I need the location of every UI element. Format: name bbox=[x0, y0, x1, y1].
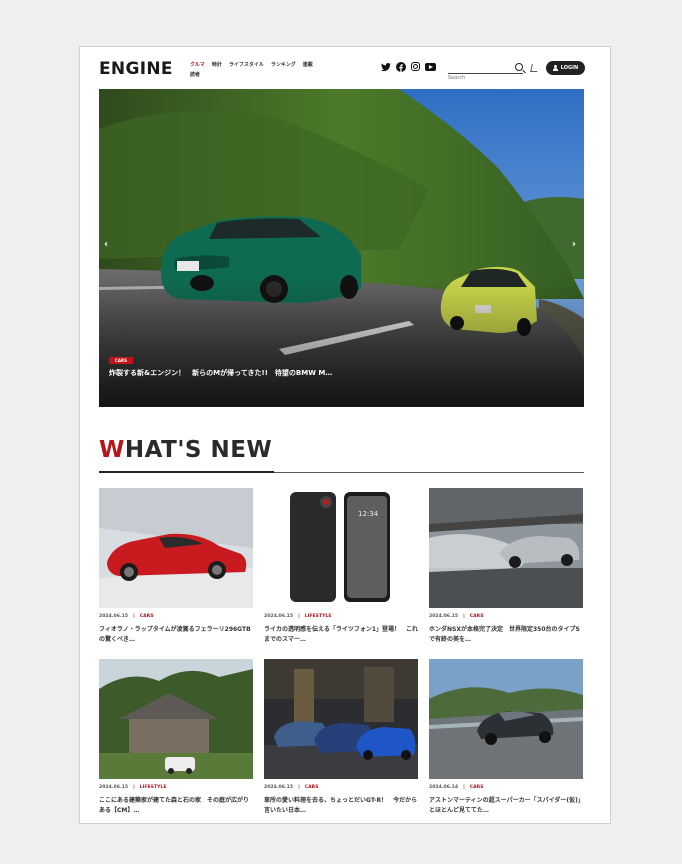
article-category[interactable]: CARS bbox=[140, 614, 154, 619]
article-meta: 2024.06.15 | CARS bbox=[99, 614, 253, 620]
article-thumbnail[interactable]: 12:34 bbox=[264, 488, 418, 608]
article-meta: 2024.06.14 | CARS bbox=[429, 785, 583, 791]
article-date: 2024.06.15 bbox=[99, 785, 129, 790]
article-title[interactable]: フィオラノ・ラップタイムが凌駕るフェラーリ296GTBの驚くべき… bbox=[99, 625, 253, 645]
search-icon[interactable] bbox=[515, 63, 523, 71]
meta-separator: | bbox=[133, 614, 135, 619]
twitter-icon[interactable] bbox=[381, 62, 391, 72]
svg-text:12:34: 12:34 bbox=[358, 510, 379, 518]
meta-separator: | bbox=[298, 785, 300, 790]
social-links bbox=[381, 62, 436, 72]
article-category[interactable]: LIFESTYLE bbox=[140, 785, 167, 790]
article-thumbnail[interactable] bbox=[429, 659, 583, 779]
nav-item-series[interactable]: 連載 bbox=[303, 60, 313, 70]
article-meta: 2024.06.15 | CARS bbox=[264, 785, 418, 791]
article-category[interactable]: LIFESTYLE bbox=[305, 614, 332, 619]
meta-separator: | bbox=[463, 614, 465, 619]
search-input[interactable] bbox=[448, 73, 506, 83]
article-thumbnail[interactable] bbox=[99, 488, 253, 608]
page-sheet: ENGINE クルマ時計ライフスタイルランキング連載読者 LOGIN bbox=[79, 46, 611, 824]
article-title[interactable]: アストンマーティンの超スーパーカー「スパイダー(仮)」とほとんど見ててた… bbox=[429, 796, 583, 816]
hero-next-arrow[interactable]: › bbox=[572, 239, 576, 250]
heading-first-letter: W bbox=[99, 437, 125, 463]
article-card[interactable]: 2024.06.15 | LIFESTYLE ここにある建築家が建てた森と石の家 そ… bbox=[99, 659, 253, 816]
youtube-icon[interactable] bbox=[425, 63, 436, 71]
article-title[interactable]: ホンダNSXが本格完了決定 世界限定350台のタイプSで有終の美を… bbox=[429, 625, 583, 645]
article-category[interactable]: CARS bbox=[470, 785, 484, 790]
main-nav: クルマ 時計 ライフスタイル ランキング 連載読者 bbox=[190, 60, 360, 80]
whats-new-heading: WHAT'S NEW bbox=[99, 437, 272, 463]
meta-separator: | bbox=[463, 785, 465, 790]
facebook-icon[interactable] bbox=[396, 62, 406, 72]
article-title[interactable]: 車所の愛い料理を去る、ちょっとだいGT-R！ 今だから言いたい日本… bbox=[264, 796, 418, 816]
meta-separator: | bbox=[133, 785, 135, 790]
search-box bbox=[448, 63, 523, 83]
hero-prev-arrow[interactable]: ‹ bbox=[104, 239, 108, 250]
nav-item-readers[interactable]: 読者 bbox=[190, 70, 200, 80]
article-meta: 2024.06.15 | CARS bbox=[429, 614, 583, 620]
nav-item-lifestyle[interactable]: ライフスタイル bbox=[229, 60, 264, 70]
article-date: 2024.06.15 bbox=[264, 614, 294, 619]
article-card[interactable]: 2024.06.15 | CARS ホンダNSXが本格完了決定 世界限定350台のタ… bbox=[429, 488, 583, 645]
article-thumbnail[interactable] bbox=[99, 659, 253, 779]
article-category[interactable]: CARS bbox=[470, 614, 484, 619]
nav-item-watches[interactable]: 時計 bbox=[212, 60, 222, 70]
hero-image bbox=[99, 89, 584, 407]
article-category[interactable]: CARS bbox=[305, 785, 319, 790]
article-card[interactable]: 2024.06.15 | CARS フィオラノ・ラップタイムが凌駕るフェラーリ296… bbox=[99, 488, 253, 645]
instagram-icon[interactable] bbox=[411, 62, 420, 71]
site-header: ENGINE クルマ時計ライフスタイルランキング連載読者 LOGIN bbox=[80, 47, 610, 89]
article-meta: 2024.06.15 | LIFESTYLE bbox=[264, 614, 418, 620]
article-card[interactable]: 12:34 2024.06.15 | LIFESTYLE ライカの透明感を伝える「ラ… bbox=[264, 488, 418, 645]
hero-category-badge: CARS bbox=[109, 357, 133, 364]
hero-headline[interactable]: 炸裂する新&エンジン！ 新らのMが帰ってきた!! 待望のBMW M… bbox=[109, 368, 384, 379]
article-date: 2024.06.15 bbox=[264, 785, 294, 790]
article-date: 2024.06.15 bbox=[99, 614, 129, 619]
user-icon bbox=[552, 65, 558, 71]
article-title[interactable]: ここにある建築家が建てた森と石の家 その庭が広がりある【CM】… bbox=[99, 796, 253, 816]
hero-slider[interactable]: ‹ › CARS 炸裂する新&エンジン！ 新らのMが帰ってきた!! 待望のBMW… bbox=[99, 89, 584, 407]
heading-rest: HAT'S NEW bbox=[124, 437, 273, 463]
meta-separator: | bbox=[298, 614, 300, 619]
login-label: LOGIN bbox=[560, 65, 579, 71]
article-card[interactable]: 2024.06.14 | CARS アストンマーティンの超スーパーカー「スパイダー(… bbox=[429, 659, 583, 816]
article-date: 2024.06.15 bbox=[429, 614, 459, 619]
nav-item-cars[interactable]: クルマ bbox=[190, 60, 205, 70]
section-divider bbox=[99, 471, 584, 473]
login-button[interactable]: LOGIN bbox=[546, 61, 585, 75]
site-logo[interactable]: ENGINE bbox=[99, 59, 173, 79]
article-thumbnail[interactable] bbox=[264, 659, 418, 779]
nav-item-ranking[interactable]: ランキング bbox=[271, 60, 296, 70]
article-meta: 2024.06.15 | LIFESTYLE bbox=[99, 785, 253, 791]
article-title[interactable]: ライカの透明感を伝える「ライツフォン1」登場！ これまでのスマー… bbox=[264, 625, 418, 645]
article-card[interactable]: 2024.06.15 | CARS 車所の愛い料理を去る、ちょっとだいGT-R！ 今… bbox=[264, 659, 418, 816]
bookmark-icon[interactable] bbox=[530, 64, 539, 72]
article-date: 2024.06.14 bbox=[429, 785, 459, 790]
article-thumbnail[interactable] bbox=[429, 488, 583, 608]
